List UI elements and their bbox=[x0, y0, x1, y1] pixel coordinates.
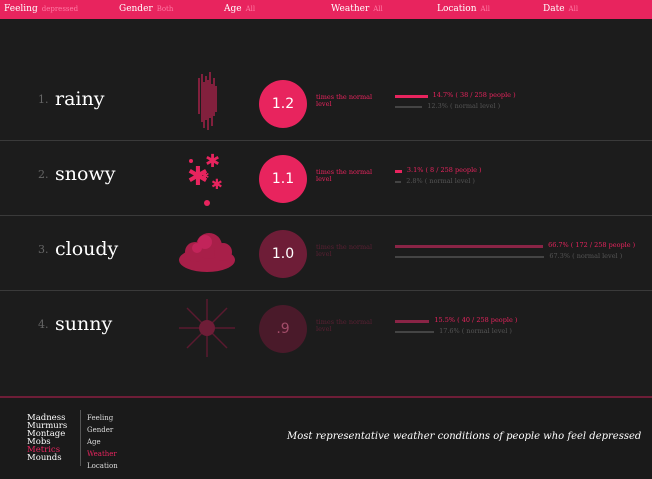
list-item: 1. rainy 1.2 times the normal level 14.7… bbox=[0, 66, 652, 141]
percent-label: 66.7% ( 172 / 258 people ) bbox=[548, 241, 636, 249]
percent-label: 14.7% ( 38 / 258 people ) bbox=[432, 91, 516, 99]
metric-item-location[interactable]: Location bbox=[87, 460, 118, 472]
times-normal-label: times the normal level bbox=[316, 243, 373, 258]
percent-bar bbox=[395, 320, 430, 323]
normal-bar bbox=[395, 106, 423, 108]
metric-item-gender[interactable]: Gender bbox=[87, 424, 118, 436]
page-caption: Most representative weather conditions o… bbox=[287, 431, 642, 442]
condition-name: rainy bbox=[55, 88, 105, 110]
filter-value: Both bbox=[156, 5, 174, 13]
filter-location[interactable]: Location All bbox=[437, 0, 490, 19]
metric-nav: Feeling Gender Age Weather Location bbox=[87, 412, 118, 472]
list-item: 3. cloudy 1.0 times the normal level 66.… bbox=[0, 216, 652, 291]
rank: 3. bbox=[38, 243, 49, 256]
filter-feeling[interactable]: Feeling depressed bbox=[4, 0, 78, 19]
filter-date[interactable]: Date All bbox=[543, 0, 578, 19]
normal-bar bbox=[395, 181, 402, 183]
svg-text:✱: ✱ bbox=[201, 171, 209, 182]
filter-gender[interactable]: Gender Both bbox=[119, 0, 173, 19]
rank: 2. bbox=[38, 168, 49, 181]
filter-value: depressed bbox=[41, 5, 79, 13]
filter-value: All bbox=[480, 5, 491, 13]
filter-label: Gender bbox=[119, 4, 153, 14]
filter-value: All bbox=[568, 5, 579, 13]
ratio-circle: 1.0 bbox=[259, 230, 307, 278]
filter-label: Date bbox=[543, 4, 565, 14]
footer: Madness Murmurs Montage Mobs Metrics Mou… bbox=[0, 398, 652, 479]
weather-list: 1. rainy 1.2 times the normal level 14.7… bbox=[0, 66, 652, 366]
filter-label: Age bbox=[224, 4, 242, 14]
filter-label: Weather bbox=[331, 4, 370, 14]
condition-name: snowy bbox=[55, 163, 116, 185]
section-nav: Madness Murmurs Montage Mobs Metrics Mou… bbox=[27, 414, 67, 463]
metric-item-age[interactable]: Age bbox=[87, 436, 118, 448]
rank: 1. bbox=[38, 93, 49, 106]
metric-item-weather[interactable]: Weather bbox=[87, 448, 118, 460]
normal-label: 2.8% ( normal level ) bbox=[406, 177, 475, 185]
percent-bar bbox=[395, 95, 428, 98]
list-item: 2. snowy ✱ ✱ ✱ ✱ 1.1 times the normal le… bbox=[0, 141, 652, 216]
condition-name: cloudy bbox=[55, 238, 119, 260]
filter-weather[interactable]: Weather All bbox=[331, 0, 383, 19]
filter-age[interactable]: Age All bbox=[224, 0, 255, 19]
times-normal-label: times the normal level bbox=[316, 168, 373, 183]
times-normal-label: times the normal level bbox=[316, 318, 373, 333]
sun-icon bbox=[179, 299, 235, 357]
condition-name: sunny bbox=[55, 313, 113, 335]
filter-value: All bbox=[245, 5, 256, 13]
rain-icon bbox=[198, 72, 217, 130]
normal-label: 12.3% ( normal level ) bbox=[427, 102, 501, 110]
rank: 4. bbox=[38, 318, 49, 331]
svg-text:✱: ✱ bbox=[211, 177, 223, 193]
normal-label: 17.6% ( normal level ) bbox=[439, 327, 512, 335]
normal-bar bbox=[395, 256, 545, 258]
percent-label: 3.1% ( 8 / 258 people ) bbox=[406, 166, 482, 174]
ratio-circle: 1.1 bbox=[259, 155, 307, 203]
metric-item-feeling[interactable]: Feeling bbox=[87, 412, 118, 424]
percent-bar bbox=[395, 170, 402, 173]
ratio-circle: 1.2 bbox=[259, 80, 307, 128]
percent-bar bbox=[395, 245, 544, 248]
normal-label: 67.3% ( normal level ) bbox=[549, 252, 623, 260]
ratio-circle: .9 bbox=[259, 305, 307, 353]
snowflake-icon: ✱ ✱ ✱ ✱ bbox=[187, 151, 223, 206]
filter-bar: Feeling depressed Gender Both Age All Weath… bbox=[0, 0, 652, 19]
percent-label: 15.5% ( 40 / 258 people ) bbox=[434, 316, 518, 324]
normal-bar bbox=[395, 331, 435, 333]
filter-value: All bbox=[373, 5, 383, 13]
times-normal-label: times the normal level bbox=[316, 93, 373, 108]
filter-label: Location bbox=[437, 4, 477, 14]
cloud-icon bbox=[179, 233, 235, 272]
nav-item-mounds[interactable]: Mounds bbox=[27, 454, 67, 463]
filter-label: Feeling bbox=[4, 4, 38, 14]
nav-divider bbox=[80, 410, 81, 466]
list-item: 4. sunny .9 times the normal level 15.5%… bbox=[0, 291, 652, 366]
svg-text:✱: ✱ bbox=[205, 151, 220, 172]
